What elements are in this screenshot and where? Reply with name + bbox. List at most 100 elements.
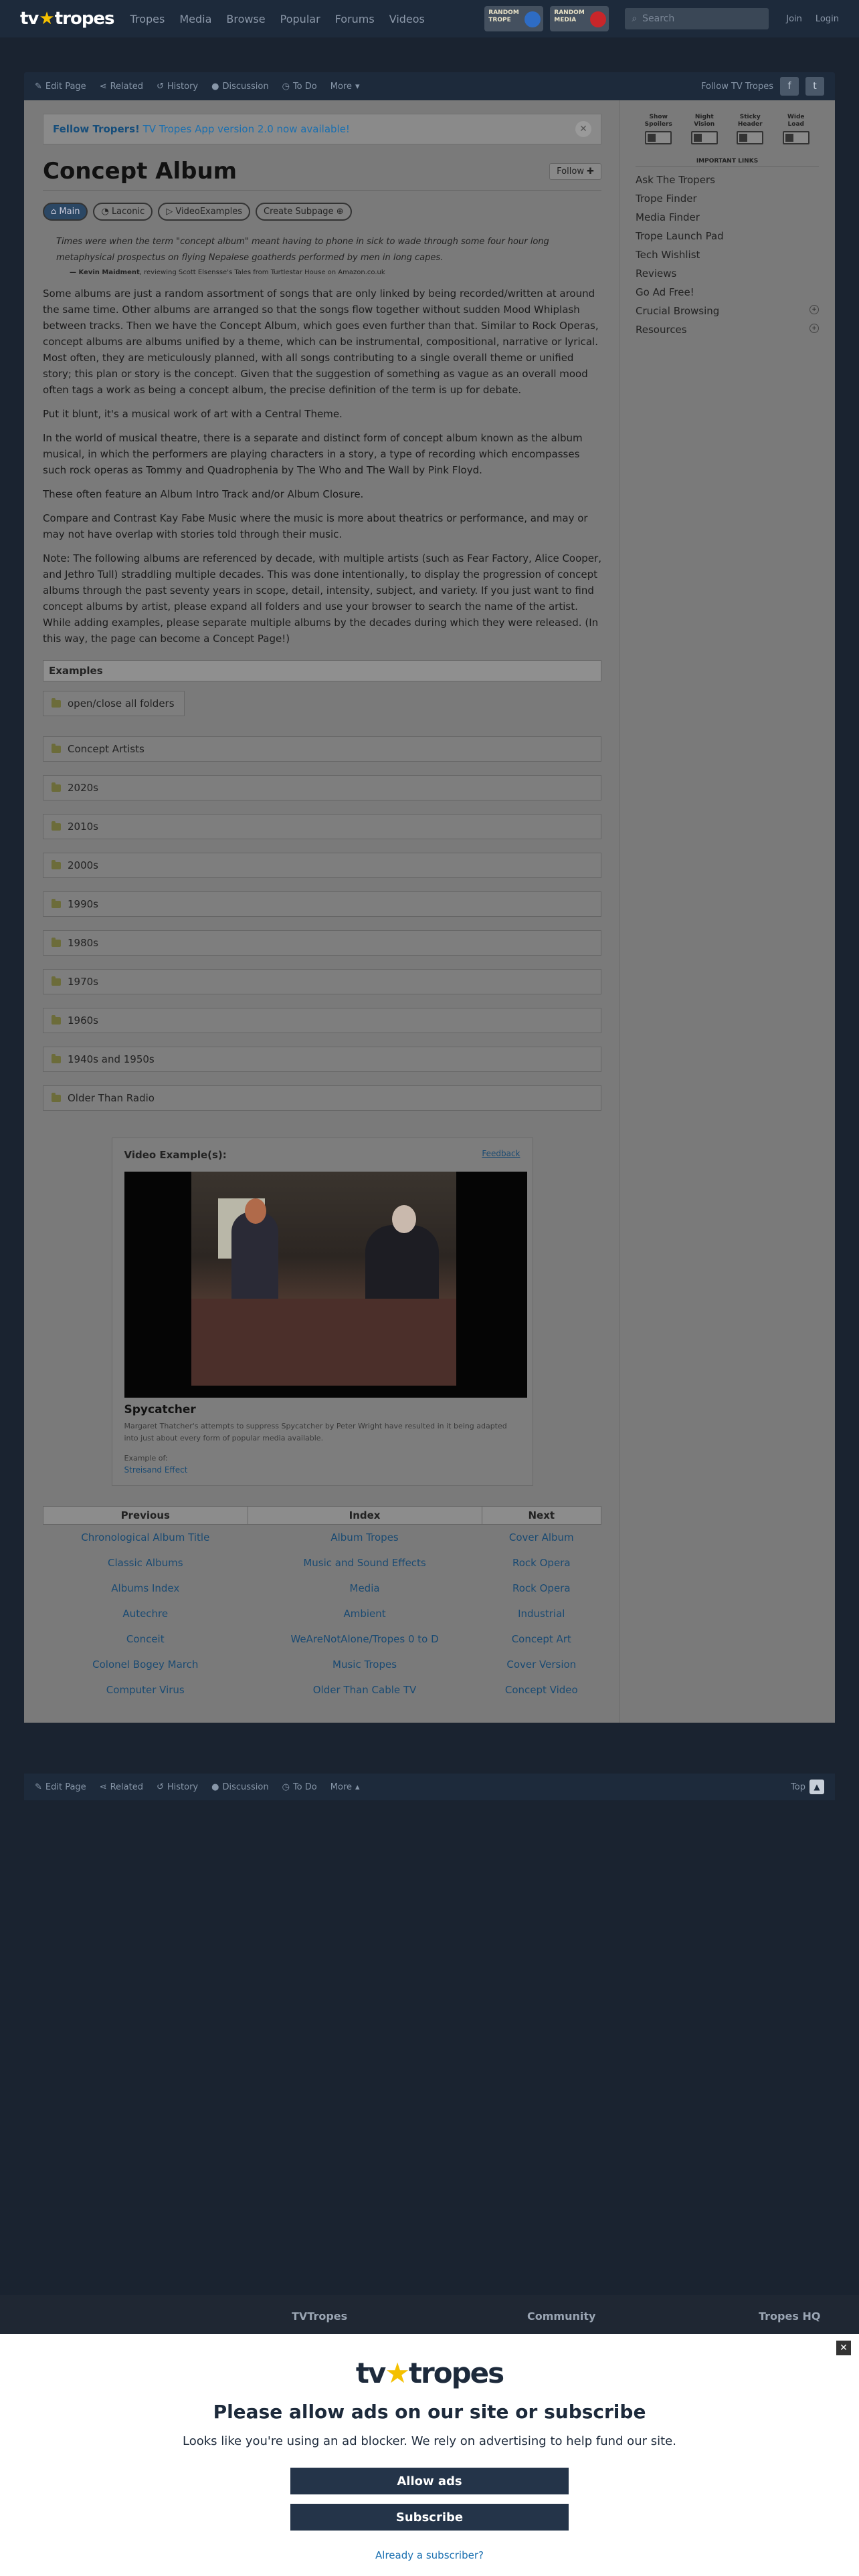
sidebar-link-crucial-browsing[interactable]: Crucial Browsing + (636, 302, 819, 320)
login-link[interactable]: Login (816, 14, 839, 24)
edit-page-button[interactable]: ✎ Edit Page (35, 1782, 86, 1792)
nav-tropes[interactable]: Tropes (130, 13, 165, 25)
discussion-button[interactable]: ● Discussion (211, 82, 268, 92)
nav-forums[interactable]: Forums (335, 13, 375, 25)
folder-icon (52, 1053, 61, 1063)
nav-link[interactable]: Ambient (248, 1601, 482, 1626)
folder-1970s[interactable]: 1970s (43, 969, 601, 994)
create-subpage-button[interactable]: Create Subpage ⊕ (256, 203, 352, 221)
sidebar-link-tech-wishlist[interactable]: Tech Wishlist (636, 245, 819, 264)
nav-link[interactable]: Cover Version (482, 1652, 601, 1677)
quote-author: — Kevin Maidment (70, 269, 140, 276)
toggle-sticky-header[interactable]: Sticky Header (735, 114, 765, 144)
comment-icon: ● (211, 1782, 219, 1792)
site-logo[interactable]: tv ★ tropes (20, 9, 115, 29)
nav-link[interactable]: Older Than Cable TV (248, 1677, 482, 1703)
todo-button[interactable]: ◷ To Do (282, 82, 317, 92)
toggle-show-spoilers[interactable]: Show Spoilers (644, 114, 673, 144)
toggle-all-folders-button[interactable]: open/close all folders (43, 691, 185, 716)
sidebar-link-resources[interactable]: Resources + (636, 320, 819, 339)
nav-link[interactable]: WeAreNotAlone/Tropes 0 to D (248, 1626, 482, 1652)
folder-concept-artists[interactable]: Concept Artists (43, 736, 601, 762)
folder-icon (52, 859, 61, 869)
sidebar-link-ask-the-tropers[interactable]: Ask The Tropers (636, 171, 819, 189)
random-trope-button[interactable]: RANDOM TROPE (484, 6, 544, 31)
nav-browse[interactable]: Browse (226, 13, 265, 25)
nav-link[interactable]: Cover Album (482, 1525, 601, 1550)
follow-button[interactable]: Follow ✚ (549, 163, 601, 180)
trope-link[interactable]: Streisand Effect (124, 1465, 520, 1475)
nav-link[interactable]: Media (248, 1576, 482, 1601)
related-button[interactable]: ⋖ Related (100, 82, 143, 92)
sidebar-link-trope-launch-pad[interactable]: Trope Launch Pad (636, 227, 819, 245)
tab-laconic-label: Laconic (111, 207, 145, 217)
history-button[interactable]: ↺ History (157, 1782, 198, 1792)
nav-link[interactable]: Concept Video (482, 1677, 601, 1703)
nav-popular[interactable]: Popular (280, 13, 320, 25)
expand-icon[interactable]: + (809, 324, 819, 333)
already-subscriber-link[interactable]: Already a subscriber? (0, 2549, 859, 2561)
nav-link[interactable]: Classic Albums (43, 1550, 248, 1576)
nav-link[interactable]: Chronological Album Title (43, 1525, 248, 1550)
toggle-night-vision[interactable]: Night Vision (690, 114, 719, 144)
nav-link[interactable]: Album Tropes (248, 1525, 482, 1550)
twitter-icon[interactable]: t (805, 77, 824, 96)
random-media-button[interactable]: RANDOM MEDIA (550, 6, 609, 31)
allow-ads-button[interactable]: Allow ads (290, 2468, 569, 2494)
nav-link[interactable]: Concept Art (482, 1626, 601, 1652)
nav-link[interactable]: Rock Opera (482, 1576, 601, 1601)
edit-page-button[interactable]: ✎ Edit Page (35, 82, 86, 92)
close-icon[interactable]: ✕ (575, 121, 591, 137)
nav-link[interactable]: Conceit (43, 1626, 248, 1652)
sidebar-link-go-ad-free[interactable]: Go Ad Free! (636, 283, 819, 302)
history-button[interactable]: ↺ History (157, 82, 198, 92)
sidebar-link-trope-finder[interactable]: Trope Finder (636, 189, 819, 208)
toggle-switch[interactable] (690, 131, 718, 144)
tab-video-examples[interactable]: ▷ VideoExamples (158, 203, 250, 221)
video-player[interactable] (124, 1172, 527, 1398)
nav-link[interactable]: Albums Index (43, 1576, 248, 1601)
nav-media[interactable]: Media (179, 13, 211, 25)
notice-text[interactable]: Fellow Tropers! TV Tropes App version 2.… (53, 123, 350, 135)
subscribe-button[interactable]: Subscribe (290, 2504, 569, 2531)
folder-2020s[interactable]: 2020s (43, 775, 601, 800)
nav-link[interactable]: Industrial (482, 1601, 601, 1626)
search-input[interactable]: ⌕ Search (625, 8, 769, 29)
more-button[interactable]: More ▾ (330, 82, 360, 92)
related-button[interactable]: ⋖ Related (100, 1782, 143, 1792)
toggle-label: Wide Load (787, 114, 805, 128)
toggle-switch[interactable] (645, 131, 672, 144)
tab-main[interactable]: ⌂ Main (43, 203, 88, 221)
toggle-switch[interactable] (782, 131, 809, 144)
nav-link[interactable]: Music and Sound Effects (248, 1550, 482, 1576)
close-icon[interactable]: ✕ (836, 2341, 851, 2355)
nav-link[interactable]: Autechre (43, 1601, 248, 1626)
todo-button[interactable]: ◷ To Do (282, 1782, 317, 1792)
toggle-wide-load[interactable]: Wide Load (781, 114, 811, 144)
nav-link[interactable]: Colonel Bogey March (43, 1652, 248, 1677)
folder-1960s[interactable]: 1960s (43, 1008, 601, 1033)
expand-icon[interactable]: + (809, 305, 819, 314)
folder-older-than-radio[interactable]: Older Than Radio (43, 1085, 601, 1111)
tab-laconic[interactable]: ◔ Laconic (93, 203, 153, 221)
folder-2010s[interactable]: 2010s (43, 814, 601, 839)
folder-2000s[interactable]: 2000s (43, 853, 601, 878)
nav-link[interactable]: Computer Virus (43, 1677, 248, 1703)
feedback-link[interactable]: Feedback (482, 1149, 520, 1161)
more-button[interactable]: More ▴ (330, 1782, 360, 1792)
main-article: Fellow Tropers! TV Tropes App version 2.… (24, 100, 619, 1723)
facebook-icon[interactable]: f (780, 77, 799, 96)
folder-1990s[interactable]: 1990s (43, 891, 601, 917)
discussion-button[interactable]: ● Discussion (211, 1782, 268, 1792)
nav-videos[interactable]: Videos (389, 13, 425, 25)
join-link[interactable]: Join (786, 14, 802, 24)
nav-link[interactable]: Rock Opera (482, 1550, 601, 1576)
sidebar-link-media-finder[interactable]: Media Finder (636, 208, 819, 227)
nav-link[interactable]: Music Tropes (248, 1652, 482, 1677)
toggle-switch[interactable] (737, 131, 764, 144)
back-to-top-button[interactable]: Top ▲ (791, 1780, 824, 1794)
sidebar-link-reviews[interactable]: Reviews (636, 264, 819, 283)
folder-1940s-1950s[interactable]: 1940s and 1950s (43, 1047, 601, 1072)
folder-1980s[interactable]: 1980s (43, 930, 601, 956)
site-footer: TVTropes Community Tropes HQ (0, 2295, 859, 2335)
